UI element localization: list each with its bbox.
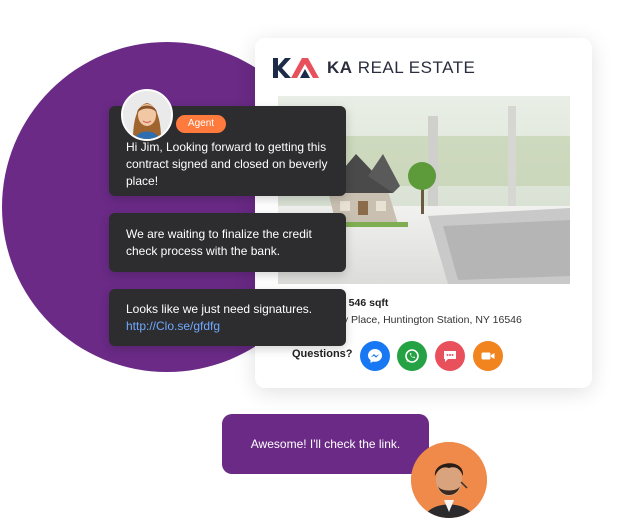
brand-name-bold: KA (327, 58, 353, 77)
message-text: We are waiting to finalize the credit ch… (126, 227, 312, 258)
brand-name-rest: REAL ESTATE (357, 58, 476, 77)
ka-logo-icon (273, 58, 319, 78)
sms-icon (444, 351, 456, 362)
message-text: Hi Jim, Looking forward to getting this … (126, 140, 328, 188)
brand-name: KA REAL ESTATE (327, 58, 475, 78)
questions-label: Questions? (292, 348, 353, 360)
message-link[interactable]: http://Clo.se/gfdfg (126, 318, 220, 335)
message-text: Looks like we just need signatures. (126, 302, 313, 316)
reply-text: Awesome! I'll check the link. (250, 437, 401, 451)
video-icon (481, 352, 495, 360)
video-call-button[interactable] (473, 341, 503, 371)
whatsapp-icon (405, 349, 419, 363)
brand-logo: KA REAL ESTATE (271, 56, 475, 80)
agent-avatar (121, 89, 173, 141)
sms-button[interactable] (435, 341, 465, 371)
user-avatar (411, 442, 487, 518)
listing-address: rly Place, Huntington Station, NY 16546 (337, 314, 522, 326)
messenger-button[interactable] (360, 341, 390, 371)
chat-message-2: We are waiting to finalize the credit ch… (109, 213, 346, 272)
reply-message: Awesome! I'll check the link. (222, 414, 429, 474)
chat-message-3: Looks like we just need signatures. http… (109, 289, 346, 346)
agent-badge: Agent (176, 115, 226, 133)
whatsapp-button[interactable] (397, 341, 427, 371)
messenger-icon (368, 349, 382, 363)
